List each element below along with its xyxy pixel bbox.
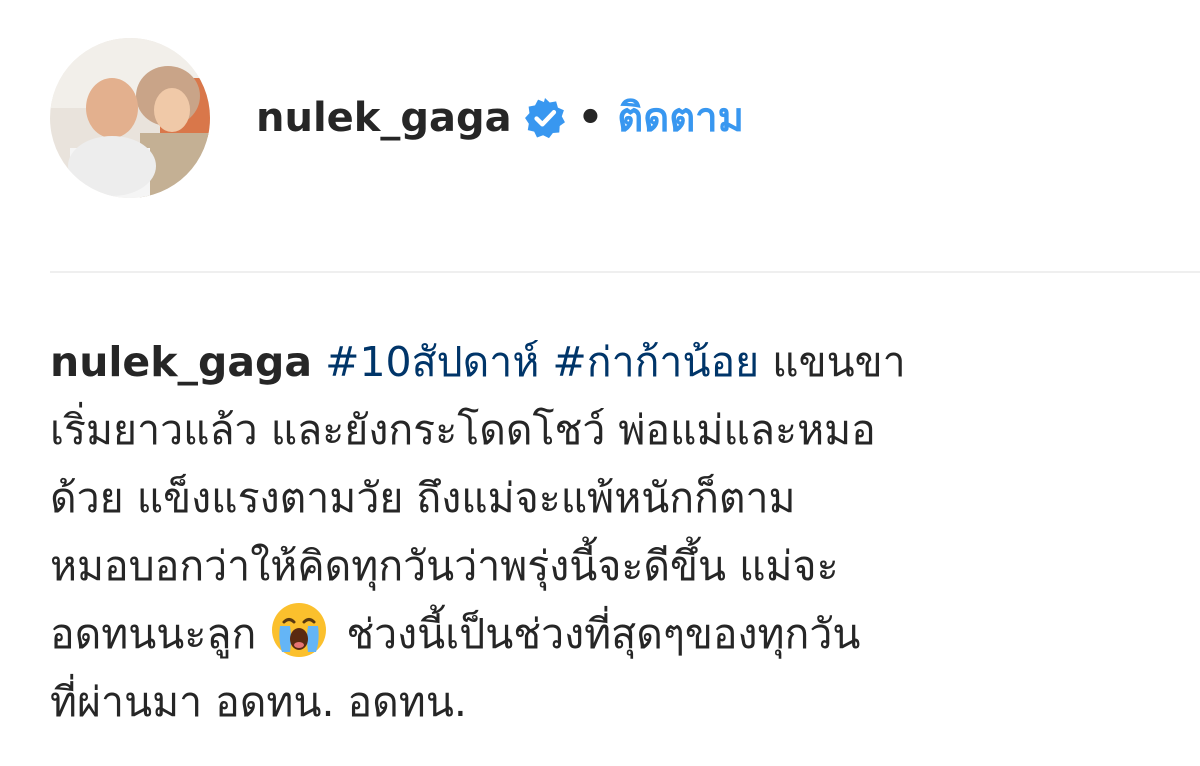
verified-badge-icon (524, 97, 566, 139)
caption-line: ด้วย แข็งแรงตามวัย ถึงแม่จะแพ้หนักก็ตาม (50, 474, 796, 522)
caption-line: หมอบอกว่าให้คิดทุกวันว่าพรุ่งนี้จะดีขึ้น… (50, 542, 839, 590)
separator-dot: • (577, 95, 604, 141)
hashtag-link[interactable]: #10สัปดาห์ (325, 338, 539, 386)
caption-text: แขนขา (772, 338, 906, 386)
post-username[interactable]: nulek_gaga (256, 94, 512, 142)
caption-line: เริ่มยาวแล้ว และยังกระโดดโชว์ พ่อแม่และห… (50, 406, 876, 454)
caption-line: ที่ผ่านมา อดทน. อดทน. (50, 678, 467, 726)
caption-text: อดทนนะลูก (50, 610, 257, 658)
caption-username[interactable]: nulek_gaga (50, 338, 312, 386)
header-divider (50, 271, 1200, 273)
caption-text: ช่วงนี้เป็นช่วงที่สุดๆของทุกวัน (346, 610, 861, 658)
hashtag-link[interactable]: #ก่าก้าน้อย (552, 338, 759, 386)
caption-line: nulek_gaga #10สัปดาห์ #ก่าก้าน้อย แขนขา (50, 328, 1140, 396)
follow-button[interactable]: ติดตาม (617, 94, 744, 142)
profile-avatar[interactable] (50, 38, 210, 198)
post-caption: nulek_gaga #10สัปดาห์ #ก่าก้าน้อย แขนขา … (50, 328, 1140, 736)
loudly-crying-face-icon (266, 600, 332, 660)
post-header: nulek_gaga • ติดตาม (50, 38, 744, 198)
caption-line: อดทนนะลูก ช่วงนี้เป็นช่วงที่สุดๆของทุกวั… (50, 600, 1140, 668)
